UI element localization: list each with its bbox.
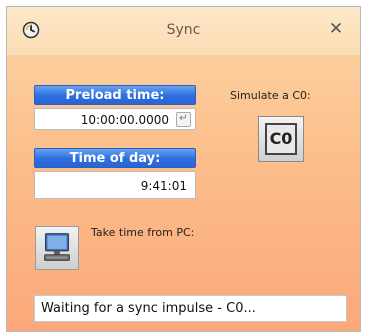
take-time-from-pc-button[interactable] bbox=[35, 226, 79, 270]
close-icon[interactable]: ✕ bbox=[326, 19, 346, 39]
title-bar[interactable]: Sync ✕ bbox=[7, 7, 360, 55]
preload-time-value: 10:00:00.0000 bbox=[80, 113, 169, 127]
simulate-c0-button[interactable]: C0 bbox=[258, 116, 304, 162]
time-of-day-field: 9:41:01 bbox=[34, 171, 196, 199]
time-of-day-value: 9:41:01 bbox=[140, 179, 187, 193]
sync-window: Sync ✕ Preload time: 10:00:00.0000 ↵ Tim… bbox=[6, 6, 361, 332]
preload-time-field[interactable]: 10:00:00.0000 ↵ bbox=[34, 108, 196, 130]
computer-icon bbox=[44, 233, 70, 261]
simulate-c0-label: Simulate a C0: bbox=[230, 89, 311, 102]
status-message: Waiting for a sync impulse - C0... bbox=[34, 295, 347, 322]
take-time-from-pc-label: Take time from PC: bbox=[91, 226, 195, 239]
c0-button-label: C0 bbox=[265, 123, 297, 155]
window-title: Sync bbox=[166, 22, 201, 38]
enter-icon[interactable]: ↵ bbox=[176, 112, 191, 127]
time-of-day-label: Time of day: bbox=[34, 148, 196, 168]
preload-time-label: Preload time: bbox=[34, 85, 196, 105]
